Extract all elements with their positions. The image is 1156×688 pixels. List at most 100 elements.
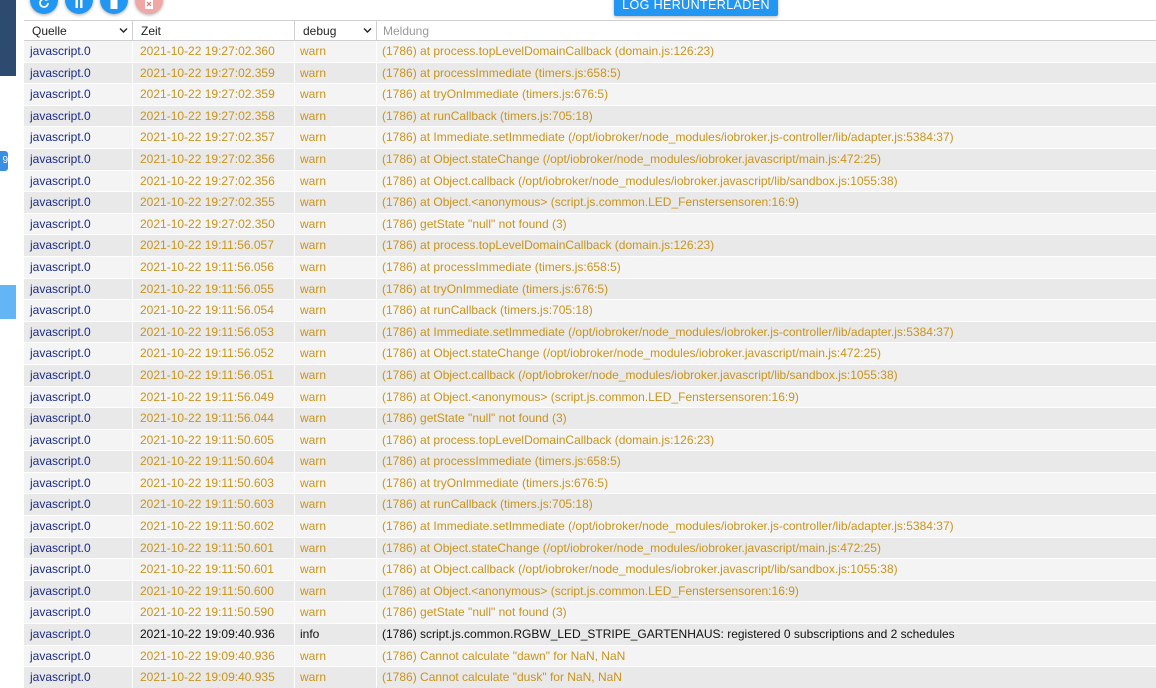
pause-icon — [75, 0, 83, 8]
row-time: 2021-10-22 19:11:50.600 — [133, 580, 295, 602]
row-source: javascript.0 — [24, 472, 133, 494]
source-filter-select[interactable]: Quelle — [24, 21, 133, 40]
row-message: (1786) at Object.stateChange (/opt/iobro… — [382, 540, 881, 555]
table-row[interactable]: javascript.0 2021-10-22 19:11:56.057 warn (… — [24, 235, 1156, 257]
table-row[interactable]: javascript.0 2021-10-22 19:11:50.601 warn (… — [24, 537, 1156, 560]
row-message: (1786) getState "null" not found (3) — [382, 216, 567, 231]
refresh-icon — [39, 0, 49, 8]
table-row[interactable]: javascript.0 2021-10-22 19:11:50.590 warn (… — [24, 602, 1156, 625]
sidebar-badge[interactable]: 9 — [0, 151, 8, 171]
row-source: javascript.0 — [24, 300, 133, 321]
row-message: (1786) at tryOnImmediate (timers.js:676:… — [382, 475, 609, 490]
row-time: 2021-10-22 19:11:50.602 — [133, 516, 295, 537]
row-time: 2021-10-22 19:27:02.359 — [133, 84, 295, 105]
row-level: warn — [295, 256, 377, 278]
table-row[interactable]: javascript.0 2021-10-22 19:11:50.603 warn (… — [24, 472, 1156, 495]
row-source: javascript.0 — [24, 148, 133, 170]
table-row[interactable]: javascript.0 2021-10-22 19:09:40.936 info (… — [24, 624, 1156, 646]
time-filter-input[interactable]: Zeit — [133, 21, 295, 40]
row-source: javascript.0 — [24, 192, 133, 213]
row-level: warn — [295, 192, 377, 213]
table-row[interactable]: javascript.0 2021-10-22 19:11:50.601 warn (… — [24, 559, 1156, 581]
table-row[interactable]: javascript.0 2021-10-22 19:11:56.054 warn (… — [24, 300, 1156, 322]
row-time: 2021-10-22 19:27:02.356 — [133, 148, 295, 170]
table-row[interactable]: javascript.0 2021-10-22 19:11:50.602 warn (… — [24, 516, 1156, 538]
table-row[interactable]: javascript.0 2021-10-22 19:11:50.605 warn (… — [24, 429, 1156, 452]
row-source: javascript.0 — [24, 624, 133, 645]
row-message: (1786) Cannot calculate "dusk" for NaN, … — [382, 670, 622, 685]
sidebar-active-item[interactable] — [0, 285, 16, 319]
row-level: warn — [295, 559, 377, 580]
table-row[interactable]: javascript.0 2021-10-22 19:11:56.049 warn (… — [24, 386, 1156, 409]
table-row[interactable]: javascript.0 2021-10-22 19:09:40.936 warn (… — [24, 645, 1156, 668]
row-time: 2021-10-22 19:11:50.604 — [133, 451, 295, 472]
table-row[interactable]: javascript.0 2021-10-22 19:27:02.359 warn (… — [24, 84, 1156, 106]
row-level: warn — [295, 667, 377, 688]
table-row[interactable]: javascript.0 2021-10-22 19:27:02.356 warn (… — [24, 170, 1156, 193]
table-row[interactable]: javascript.0 2021-10-22 19:27:02.350 warn (… — [24, 213, 1156, 236]
row-level: warn — [295, 300, 377, 321]
table-row[interactable]: javascript.0 2021-10-22 19:27:02.356 warn (… — [24, 148, 1156, 171]
table-row[interactable]: javascript.0 2021-10-22 19:11:56.044 warn (… — [24, 408, 1156, 430]
row-time: 2021-10-22 19:27:02.360 — [133, 41, 295, 62]
table-row[interactable]: javascript.0 2021-10-22 19:27:02.357 warn (… — [24, 127, 1156, 149]
table-row[interactable]: javascript.0 2021-10-22 19:27:02.355 warn (… — [24, 192, 1156, 214]
row-time: 2021-10-22 19:11:56.055 — [133, 278, 295, 300]
row-level: warn — [295, 645, 377, 667]
chevron-down-icon — [363, 28, 372, 33]
table-row[interactable]: javascript.0 2021-10-22 19:11:56.055 warn (… — [24, 278, 1156, 301]
row-time: 2021-10-22 19:11:50.603 — [133, 472, 295, 494]
row-source: javascript.0 — [24, 516, 133, 537]
row-message: (1786) at processImmediate (timers.js:65… — [382, 65, 621, 80]
row-level: warn — [295, 494, 377, 516]
row-source: javascript.0 — [24, 62, 133, 84]
row-level: warn — [295, 386, 377, 408]
table-row[interactable]: javascript.0 2021-10-22 19:27:02.360 warn (… — [24, 41, 1156, 63]
row-level: warn — [295, 343, 377, 364]
table-row[interactable]: javascript.0 2021-10-22 19:27:02.358 warn (… — [24, 105, 1156, 128]
row-time: 2021-10-22 19:11:50.601 — [133, 559, 295, 580]
row-message: (1786) at process.topLevelDomainCallback… — [382, 432, 715, 447]
refresh-button[interactable] — [30, 0, 58, 14]
row-source: javascript.0 — [24, 235, 133, 256]
log-viewer: 9 LOG HERUNTERLADEN Quelle Zeit debug Me… — [0, 0, 1156, 688]
row-level: warn — [295, 170, 377, 192]
row-source: javascript.0 — [24, 494, 133, 516]
level-header-label: debug — [303, 24, 337, 38]
row-level: warn — [295, 321, 377, 343]
row-message: (1786) at tryOnImmediate (timers.js:676:… — [382, 87, 609, 102]
row-time: 2021-10-22 19:11:50.605 — [133, 429, 295, 451]
delete-file-icon — [145, 0, 153, 9]
row-message: (1786) script.js.common.RGBW_LED_STRIPE_… — [382, 627, 955, 642]
log-table: Quelle Zeit debug Meldung javascript.0 20… — [24, 20, 1156, 688]
table-row[interactable]: javascript.0 2021-10-22 19:11:56.056 warn (… — [24, 256, 1156, 279]
download-log-button[interactable]: LOG HERUNTERLADEN — [614, 0, 778, 16]
table-row[interactable]: javascript.0 2021-10-22 19:11:56.052 warn (… — [24, 343, 1156, 365]
message-filter-input[interactable]: Meldung — [377, 21, 1156, 40]
table-row[interactable]: javascript.0 2021-10-22 19:09:40.935 warn (… — [24, 667, 1156, 688]
table-row[interactable]: javascript.0 2021-10-22 19:11:56.053 warn (… — [24, 321, 1156, 344]
row-message: (1786) Cannot calculate "dawn" for NaN, … — [382, 648, 626, 663]
row-source: javascript.0 — [24, 451, 133, 472]
row-level: warn — [295, 213, 377, 235]
row-level: warn — [295, 537, 377, 559]
level-filter-select[interactable]: debug — [295, 21, 377, 40]
row-level: warn — [295, 364, 377, 386]
table-row[interactable]: javascript.0 2021-10-22 19:11:50.603 warn (… — [24, 494, 1156, 517]
row-message: (1786) at Object.<anonymous> (script.js.… — [382, 195, 799, 210]
table-row[interactable]: javascript.0 2021-10-22 19:11:56.051 warn (… — [24, 364, 1156, 387]
delete-logs-button[interactable] — [135, 0, 163, 14]
row-time: 2021-10-22 19:11:56.049 — [133, 386, 295, 408]
clear-button[interactable] — [100, 0, 128, 14]
sidebar-edge — [0, 0, 16, 76]
row-message: (1786) at process.topLevelDomainCallback… — [382, 238, 715, 253]
table-row[interactable]: javascript.0 2021-10-22 19:11:50.600 warn (… — [24, 580, 1156, 603]
pause-button[interactable] — [65, 0, 93, 14]
table-row[interactable]: javascript.0 2021-10-22 19:27:02.359 warn (… — [24, 62, 1156, 85]
row-source: javascript.0 — [24, 170, 133, 192]
row-message: (1786) at Object.stateChange (/opt/iobro… — [382, 346, 881, 361]
table-row[interactable]: javascript.0 2021-10-22 19:11:50.604 warn (… — [24, 451, 1156, 473]
row-source: javascript.0 — [24, 645, 133, 667]
row-time: 2021-10-22 19:11:56.057 — [133, 235, 295, 256]
row-source: javascript.0 — [24, 408, 133, 429]
